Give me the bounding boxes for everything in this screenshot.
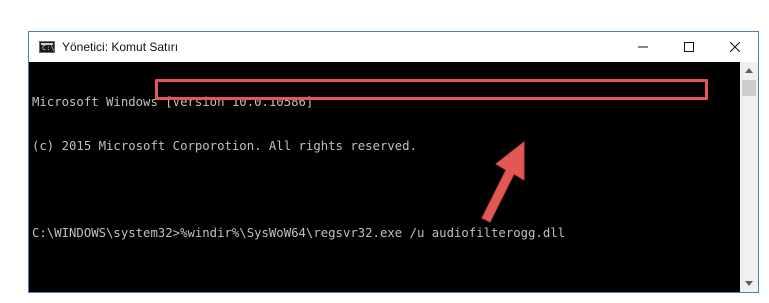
cmd-icon-glyph: C:\ xyxy=(42,44,55,52)
scroll-down-button[interactable] xyxy=(740,275,758,292)
vertical-scrollbar[interactable] xyxy=(740,62,758,292)
pointer-arrow-icon xyxy=(481,140,525,223)
scroll-up-icon xyxy=(745,68,753,73)
maximize-button[interactable] xyxy=(666,32,712,62)
command-prompt-window: C:\ Yönetici: Komut Satırı Microsoft Win… xyxy=(28,31,759,293)
minimize-icon xyxy=(638,46,648,48)
window-controls xyxy=(620,32,758,62)
scroll-down-icon xyxy=(745,281,753,286)
minimize-button[interactable] xyxy=(620,32,666,62)
scrollbar-thumb[interactable] xyxy=(742,80,756,96)
console-line: (c) 2015 Microsoft Corporotion. All righ… xyxy=(32,138,417,153)
command-highlight-box xyxy=(155,79,708,100)
title-bar[interactable]: C:\ Yönetici: Komut Satırı xyxy=(29,32,758,62)
cmd-icon: C:\ xyxy=(39,41,55,53)
close-button[interactable] xyxy=(712,32,758,62)
command-line: C:\WINDOWS\system32>%windir%\SysWoW64\re… xyxy=(32,225,566,240)
maximize-icon xyxy=(684,42,694,52)
window-title: Yönetici: Komut Satırı xyxy=(62,40,179,54)
close-icon xyxy=(730,42,740,52)
scroll-up-button[interactable] xyxy=(740,62,758,79)
